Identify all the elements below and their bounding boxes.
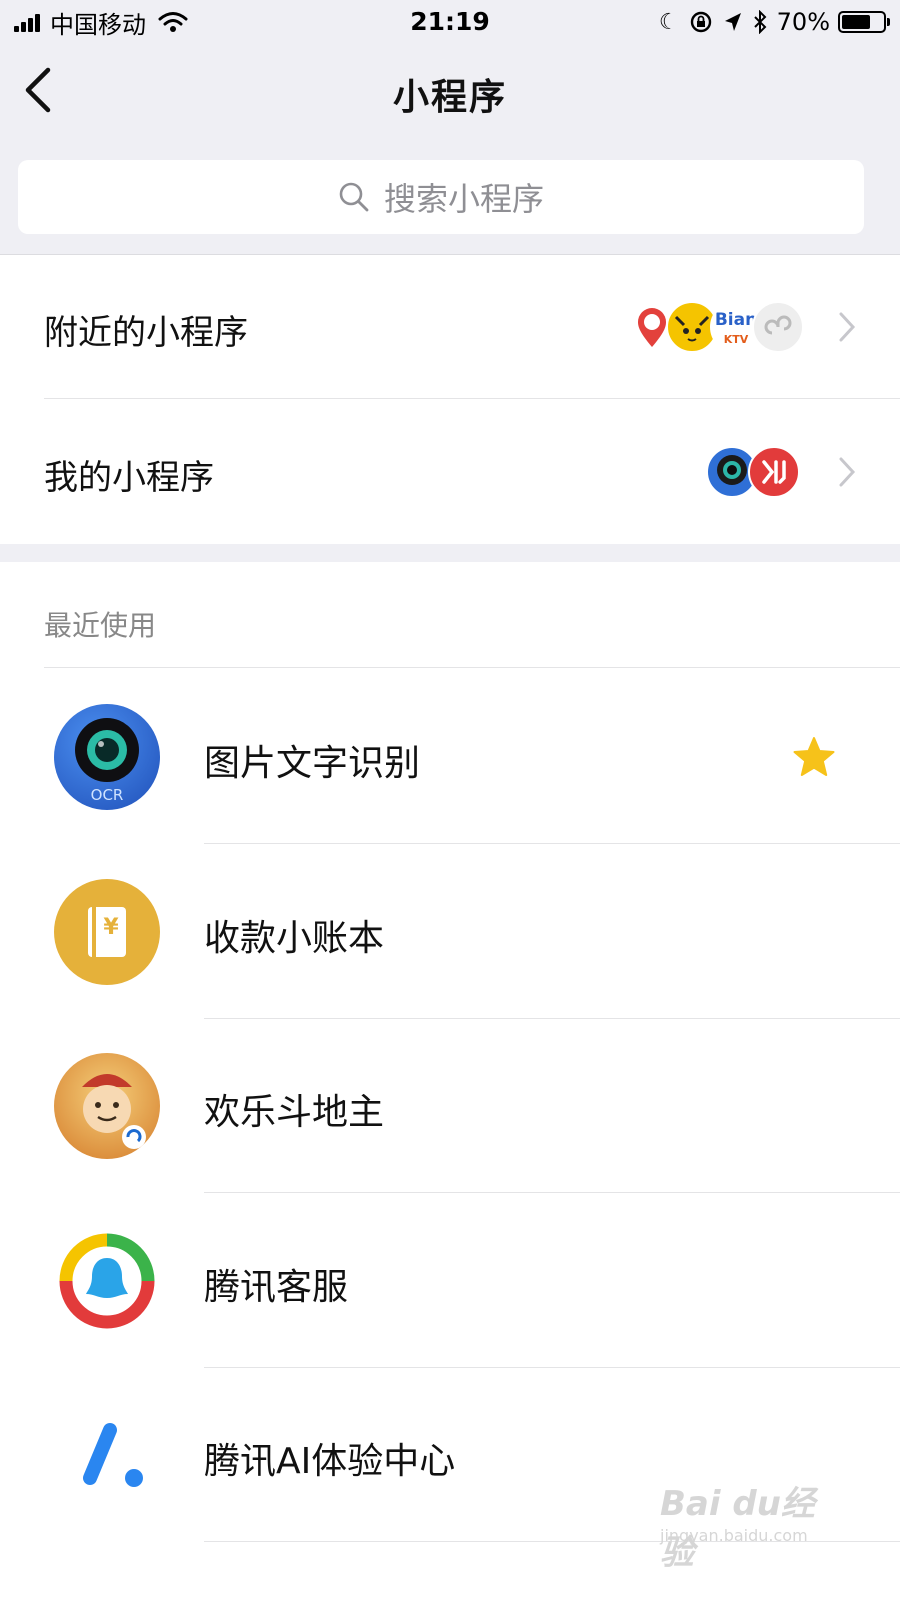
baidu-watermark: Bai du经验 jingyan.baidu.com <box>660 1476 840 1573</box>
ocr-icon-text: OCR <box>90 786 124 804</box>
location-icon <box>724 13 741 31</box>
tiger-icon <box>674 315 710 342</box>
star-icon[interactable] <box>792 736 836 778</box>
status-bar: 中国移动 21:19 ☾ 70% <box>0 0 900 44</box>
recent-heading: 最近使用 <box>44 609 157 642</box>
app-name: 图片文字识别 <box>204 743 421 784</box>
ocr-icon: OCR <box>54 704 160 810</box>
program-sections: 附近的小程序 Bian KTV 我的小程序 <box>0 254 900 545</box>
search-placeholder: 搜索小程序 <box>383 180 544 218</box>
red-app-icon <box>762 460 786 484</box>
recent-item-tencent-service[interactable]: 腾讯客服 <box>0 1194 900 1368</box>
nav-bar: 小程序 <box>0 44 900 144</box>
moon-icon: ☾ <box>658 9 679 35</box>
nearby-miniprograms-row[interactable]: 附近的小程序 Bian KTV <box>0 255 900 399</box>
battery-icon <box>838 11 890 33</box>
divider <box>204 1192 900 1193</box>
rotation-lock-icon <box>690 11 711 33</box>
tencent-ai-graphic <box>83 1423 143 1487</box>
recent-item-ledger[interactable]: ¥ 收款小账本 <box>0 845 900 1019</box>
tencent-service-icon <box>54 1228 160 1334</box>
chevron-right-icon <box>839 312 856 342</box>
divider <box>44 398 900 399</box>
nearby-label: 附近的小程序 <box>44 313 248 353</box>
app-name: 收款小账本 <box>204 918 385 959</box>
chevron-right-icon <box>839 457 856 487</box>
ledger-icon: ¥ <box>54 879 160 985</box>
status-right: ☾ 70% <box>649 7 890 37</box>
recent-item-doudizhu[interactable]: 欢乐斗地主 <box>0 1019 900 1193</box>
section-gap <box>0 544 900 562</box>
nearby-thumb-placeholder <box>752 301 804 353</box>
search-input[interactable]: 搜索小程序 <box>18 160 864 234</box>
tencent-ai-icon <box>54 1402 160 1508</box>
tencent-service-graphic <box>59 1233 155 1329</box>
my-label: 我的小程序 <box>44 458 214 498</box>
app-name: 腾讯AI体验中心 <box>204 1441 456 1482</box>
doudizhu-icon <box>54 1053 160 1159</box>
page-title: 小程序 <box>392 77 507 118</box>
battery-percent: 70% <box>776 8 830 36</box>
divider <box>44 667 900 668</box>
app-name: 腾讯客服 <box>204 1267 349 1308</box>
search-icon <box>339 182 369 212</box>
app-name: 欢乐斗地主 <box>204 1092 385 1133</box>
miniprogram-logo-icon <box>764 315 792 335</box>
doudizhu-face-graphic <box>82 1074 146 1149</box>
recent-item-ocr[interactable]: OCR 图片文字识别 <box>0 670 900 844</box>
bluetooth-icon <box>753 10 767 34</box>
watermark-main: Bai du经验 <box>660 1484 815 1573</box>
my-miniprograms-row[interactable]: 我的小程序 <box>0 400 900 544</box>
divider <box>204 843 900 844</box>
watermark-sub: jingyan.baidu.com <box>660 1526 808 1545</box>
ledger-yen: ¥ <box>103 915 119 940</box>
my-thumb-red <box>748 446 800 498</box>
